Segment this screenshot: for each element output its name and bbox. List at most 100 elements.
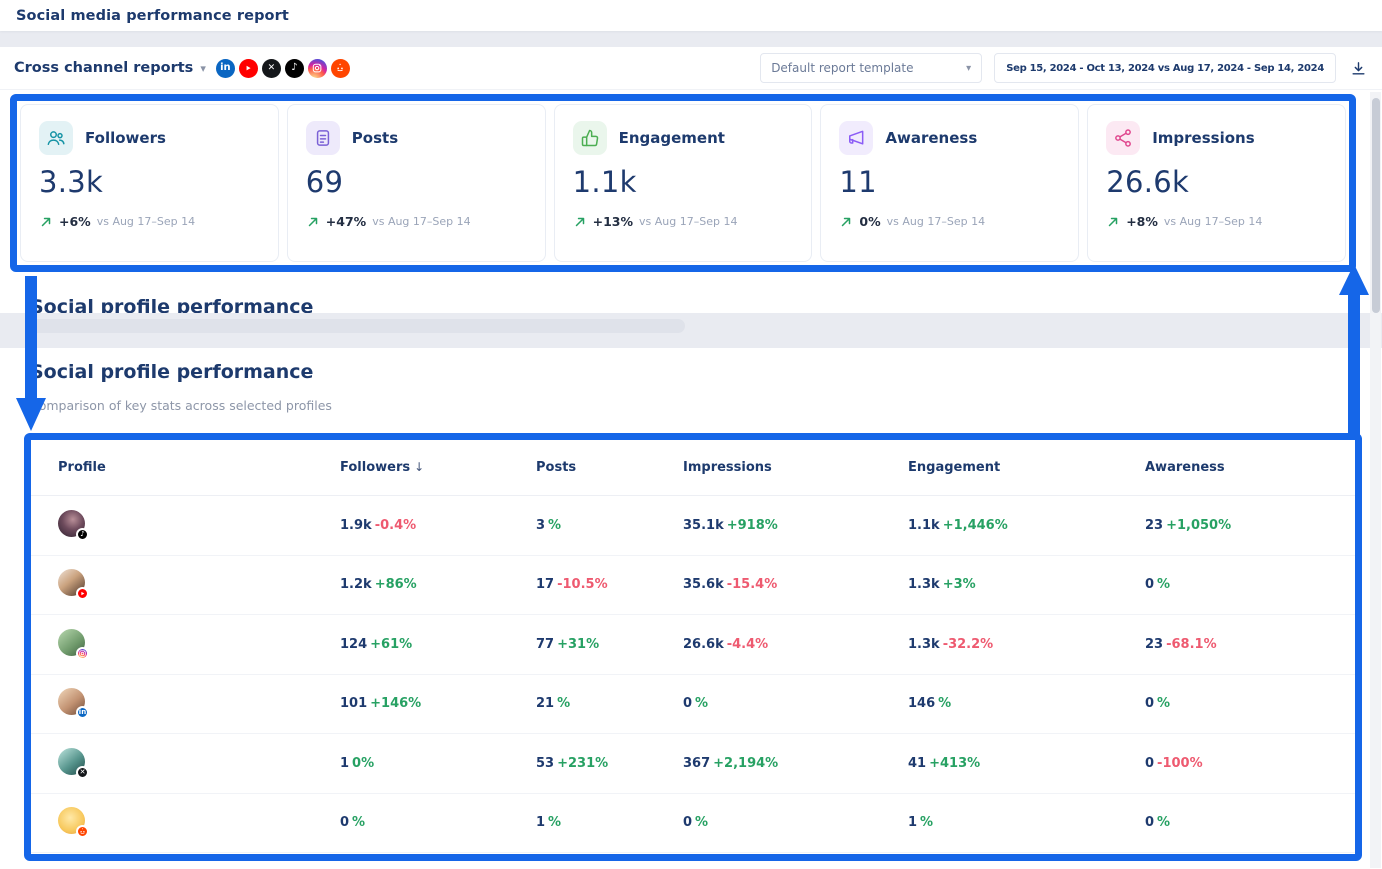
template-selected-value: Default report template	[771, 61, 913, 75]
profile-avatar-linkedin[interactable]: in	[58, 688, 85, 715]
report-name[interactable]: Cross channel reports	[14, 60, 193, 76]
x-icon: ✕	[76, 766, 89, 779]
report-toolbar: Cross channel reports ▾ in ✕♪ Default rep…	[0, 47, 1382, 90]
chevron-down-icon[interactable]: ▾	[200, 62, 206, 75]
kpi-label: Posts	[352, 129, 398, 147]
table-row[interactable]: 0%1%0%1%0%	[31, 794, 1355, 854]
top-header: Social media performance report	[0, 0, 1382, 31]
metric-cell: 10%	[340, 756, 536, 771]
profile-cell	[58, 807, 340, 838]
kpi-card-followers: Followers3.3k+6%vs Aug 17–Sep 14	[20, 104, 279, 262]
profile-cell: ✕	[58, 748, 340, 779]
metric-cell: 101+146%	[340, 696, 536, 711]
metric-cell: 26.6k-4.4%	[683, 637, 908, 652]
scrollbar[interactable]	[1370, 92, 1381, 868]
kpi-compare: vs Aug 17–Sep 14	[372, 215, 470, 228]
kpi-change: 0%	[859, 214, 880, 229]
impressions-icon	[1106, 121, 1140, 155]
kpi-change: +13%	[593, 214, 633, 229]
metric-cell: 21%	[536, 696, 683, 711]
reddit-icon[interactable]	[331, 59, 350, 78]
youtube-icon[interactable]	[239, 59, 258, 78]
annotation-arrow-up	[1336, 262, 1372, 440]
table-body: ♪1.9k-0.4%3%35.1k+918%1.1k+1,446%23+1,05…	[31, 496, 1355, 853]
metric-cell: 35.6k-15.4%	[683, 577, 908, 592]
table-header-row: ProfileFollowers↓PostsImpressionsEngagem…	[31, 440, 1355, 496]
trend-up-icon	[306, 215, 320, 229]
kpi-value: 26.6k	[1106, 165, 1327, 199]
report-selector-group: Cross channel reports ▾ in ✕♪	[14, 59, 350, 78]
column-header-profile[interactable]: Profile	[58, 460, 340, 475]
kpi-change: +6%	[59, 214, 91, 229]
trend-up-icon	[1106, 215, 1120, 229]
linkedin-icon: in	[76, 706, 89, 719]
kpi-card-impressions: Impressions26.6k+8%vs Aug 17–Sep 14	[1087, 104, 1346, 262]
linkedin-icon[interactable]: in	[216, 59, 235, 78]
metric-cell: 0%	[1145, 696, 1355, 711]
reddit-icon	[76, 825, 89, 838]
dashboard-page: Social media performance report Cross ch…	[0, 0, 1382, 869]
kpi-card-awareness: Awareness110%vs Aug 17–Sep 14	[820, 104, 1079, 262]
metric-cell: 23-68.1%	[1145, 637, 1355, 652]
kpi-value: 11	[839, 165, 1060, 199]
metric-cell: 35.1k+918%	[683, 518, 908, 533]
profile-cell: in	[58, 688, 340, 719]
table-highlight-box: ProfileFollowers↓PostsImpressionsEngagem…	[24, 433, 1362, 861]
table-row[interactable]: ✕10%53+231%367+2,194%41+413%0-100%	[31, 734, 1355, 794]
table-row[interactable]: ♪1.9k-0.4%3%35.1k+918%1.1k+1,446%23+1,05…	[31, 496, 1355, 556]
column-header-followers[interactable]: Followers↓	[340, 460, 536, 475]
kpi-compare: vs Aug 17–Sep 14	[887, 215, 985, 228]
profile-avatar-reddit[interactable]	[58, 807, 85, 834]
table-row[interactable]: 1.2k+86%17-10.5%35.6k-15.4%1.3k+3%0%	[31, 556, 1355, 616]
trend-up-icon	[839, 215, 853, 229]
profile-avatar-instagram[interactable]	[58, 629, 85, 656]
download-icon[interactable]	[1348, 58, 1368, 78]
blurred-strip	[30, 319, 685, 333]
profile-cell	[58, 569, 340, 600]
metric-cell: 124+61%	[340, 637, 536, 652]
profile-cell	[58, 629, 340, 660]
trend-up-icon	[39, 215, 53, 229]
profile-avatar-tiktok[interactable]: ♪	[58, 510, 85, 537]
column-header-engagement[interactable]: Engagement	[908, 460, 1145, 475]
awareness-icon	[839, 121, 873, 155]
metric-cell: 1.2k+86%	[340, 577, 536, 592]
annotation-arrow-down	[13, 276, 49, 432]
kpi-card-posts: Posts69+47%vs Aug 17–Sep 14	[287, 104, 546, 262]
column-header-awareness[interactable]: Awareness	[1145, 460, 1355, 475]
profile-avatar-x[interactable]: ✕	[58, 748, 85, 775]
metric-cell: 1%	[908, 815, 1145, 830]
metric-cell: 146%	[908, 696, 1145, 711]
sort-desc-icon[interactable]: ↓	[414, 460, 424, 474]
section-subtitle: Comparison of key stats across selected …	[30, 398, 332, 413]
kpi-compare: vs Aug 17–Sep 14	[1164, 215, 1262, 228]
metric-cell: 23+1,050%	[1145, 518, 1355, 533]
kpi-highlight-box: Followers3.3k+6%vs Aug 17–Sep 14Posts69+…	[10, 94, 1356, 272]
metric-cell: 41+413%	[908, 756, 1145, 771]
metric-cell: 0%	[1145, 577, 1355, 592]
profile-cell: ♪	[58, 510, 340, 541]
engagement-icon	[573, 121, 607, 155]
column-header-impressions[interactable]: Impressions	[683, 460, 908, 475]
trend-up-icon	[573, 215, 587, 229]
instagram-icon[interactable]	[308, 59, 327, 78]
report-template-select[interactable]: Default report template ▾	[760, 53, 982, 83]
posts-icon	[306, 121, 340, 155]
table-row[interactable]: in101+146%21%0%146%0%	[31, 675, 1355, 735]
metric-cell: 1.3k-32.2%	[908, 637, 1145, 652]
instagram-icon	[76, 647, 89, 660]
metric-cell: 1.9k-0.4%	[340, 518, 536, 533]
tiktok-icon[interactable]: ♪	[285, 59, 304, 78]
metric-cell: 0%	[683, 696, 908, 711]
x-icon[interactable]: ✕	[262, 59, 281, 78]
kpi-compare: vs Aug 17–Sep 14	[97, 215, 195, 228]
metric-cell: 3%	[536, 518, 683, 533]
profile-avatar-youtube[interactable]	[58, 569, 85, 596]
scrollbar-thumb[interactable]	[1372, 98, 1380, 313]
kpi-label: Followers	[85, 129, 166, 147]
date-range-picker[interactable]: Sep 15, 2024 - Oct 13, 2024 vs Aug 17, 2…	[994, 53, 1336, 83]
scroll-seam	[0, 313, 1382, 348]
column-header-posts[interactable]: Posts	[536, 460, 683, 475]
table-row[interactable]: 124+61%77+31%26.6k-4.4%1.3k-32.2%23-68.1…	[31, 615, 1355, 675]
metric-cell: 0%	[683, 815, 908, 830]
